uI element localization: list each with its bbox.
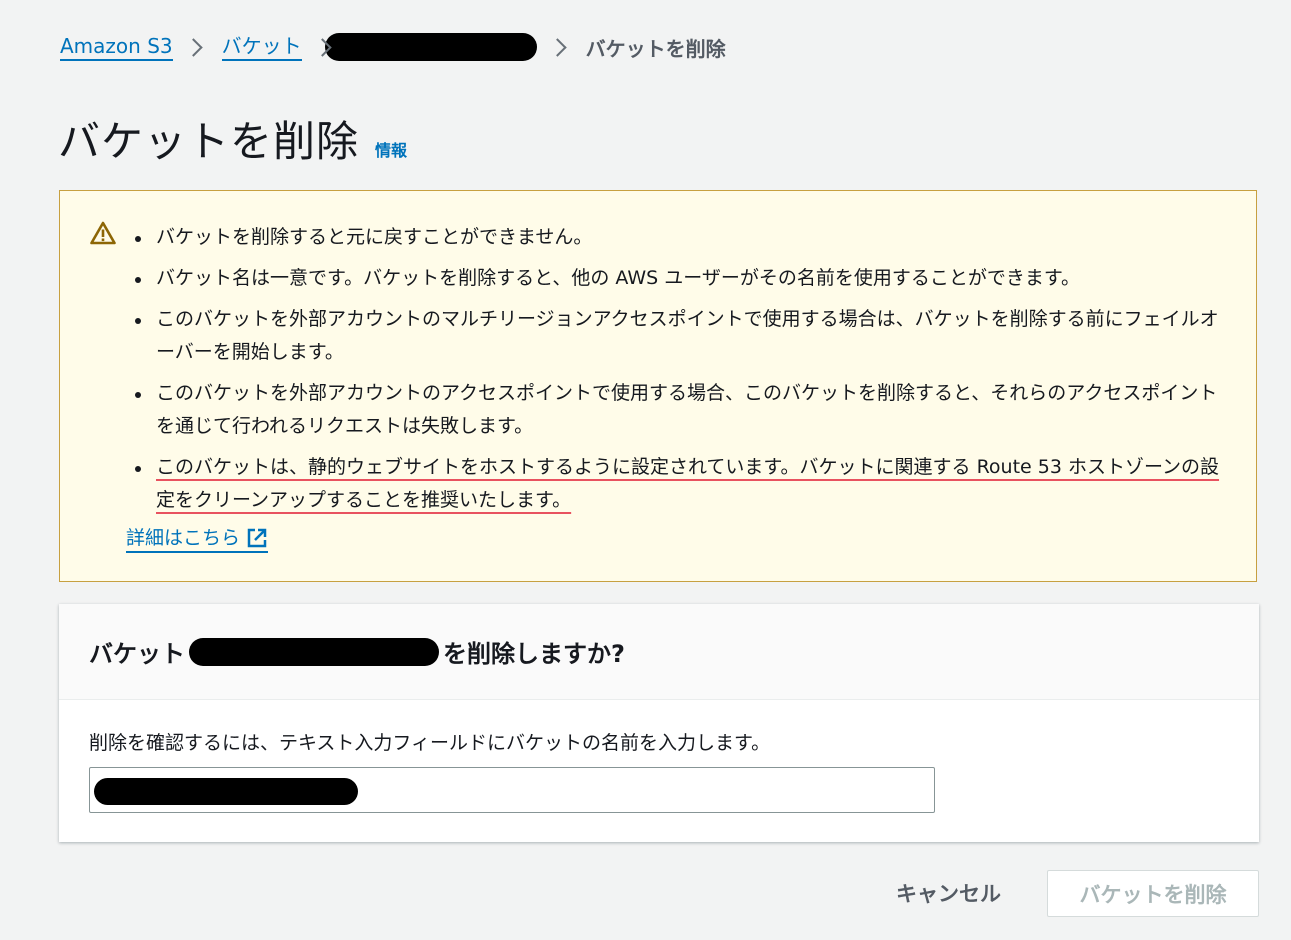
breadcrumb-buckets[interactable]: バケット <box>221 33 302 61</box>
confirm-title-prefix: バケット <box>89 640 185 668</box>
warning-item: バケット名は一意です。バケットを削除すると、他の AWS ユーザーがその名前を使… <box>135 262 1236 295</box>
breadcrumb-current: バケットを削除 <box>585 36 726 61</box>
delete-confirm-card: バケット を削除しますか? 削除を確認するには、テキスト入力フィールドにバケット… <box>59 604 1259 842</box>
highlighted-warning-text: このバケットは、静的ウェブサイトをホストするように設定されています。バケットに関… <box>156 456 1220 511</box>
redacted-input-value <box>94 778 358 805</box>
external-link-icon <box>247 528 267 548</box>
warning-item: このバケットは、静的ウェブサイトをホストするように設定されています。バケットに関… <box>135 451 1236 517</box>
warning-item: バケットを削除すると元に戻すことができません。 <box>135 221 1236 254</box>
cancel-button[interactable]: キャンセル <box>876 872 1021 914</box>
redacted-bucket-name <box>324 33 537 61</box>
delete-bucket-button[interactable]: バケットを削除 <box>1047 870 1259 917</box>
confirm-title-suffix: を削除しますか? <box>443 640 625 668</box>
warning-list: バケットを削除すると元に戻すことができません。 バケット名は一意です。バケットを… <box>135 221 1236 525</box>
page-title: バケットを削除 <box>58 117 360 166</box>
confirm-instruction: 削除を確認するには、テキスト入力フィールドにバケットの名前を入力します。 <box>89 732 771 754</box>
learn-more-link[interactable]: 詳細はこちら <box>126 525 269 553</box>
chevron-right-icon <box>547 37 567 57</box>
info-link[interactable]: 情報 <box>375 137 407 161</box>
card-body: 削除を確認するには、テキスト入力フィールドにバケットの名前を入力します。 <box>59 700 1259 841</box>
warning-triangle-icon <box>90 221 116 245</box>
bucket-name-input[interactable] <box>89 767 935 813</box>
learn-more-label: 詳細はこちら <box>126 527 241 549</box>
redacted-bucket-name <box>189 637 439 666</box>
warning-alert: バケットを削除すると元に戻すことができません。 バケット名は一意です。バケットを… <box>59 190 1257 582</box>
warning-item: このバケットを外部アカウントのアクセスポイントで使用する場合、このバケットを削除… <box>135 377 1236 443</box>
warning-item: このバケットを外部アカウントのマルチリージョンアクセスポイントで使用する場合は、… <box>135 303 1236 369</box>
chevron-right-icon <box>183 37 203 57</box>
card-header: バケット を削除しますか? <box>59 604 1259 700</box>
page-header: バケットを削除 情報 <box>58 108 407 169</box>
breadcrumb-amazon-s3[interactable]: Amazon S3 <box>60 33 173 61</box>
breadcrumb: Amazon S3 バケット バケットを削除 <box>60 30 726 64</box>
